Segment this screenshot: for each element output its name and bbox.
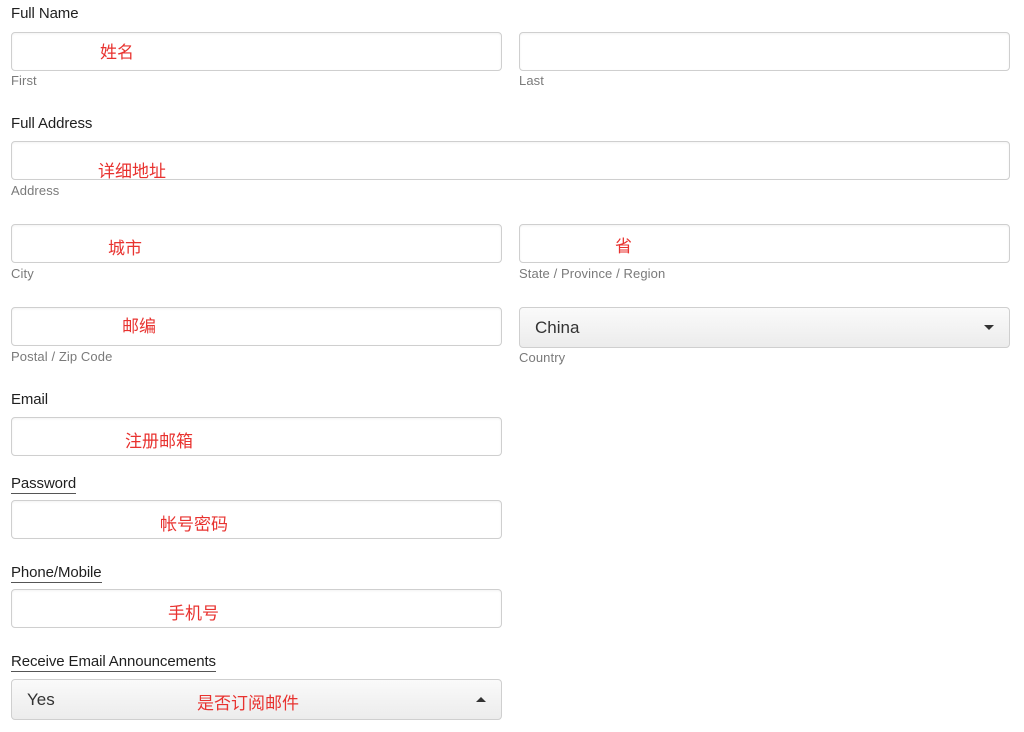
city-sublabel: City [11, 266, 34, 281]
city-input[interactable] [12, 225, 501, 262]
password-label: Password [11, 475, 77, 494]
full-name-label: Full Name [11, 5, 79, 22]
address-sublabel: Address [11, 183, 60, 198]
caret-down-icon [984, 325, 994, 330]
postal-sublabel: Postal / Zip Code [11, 349, 113, 364]
announcements-selected-value: Yes [27, 690, 55, 709]
address-input[interactable] [12, 142, 1009, 179]
last-name-sublabel: Last [519, 73, 544, 88]
full-address-label: Full Address [11, 115, 93, 132]
phone-input[interactable] [12, 590, 501, 627]
first-name-sublabel: First [11, 73, 37, 88]
caret-up-icon [476, 697, 486, 702]
announcements-label: Receive Email Announcements [11, 653, 216, 672]
last-name-input[interactable] [520, 33, 1009, 70]
country-selected-value: China [535, 318, 580, 337]
first-name-field[interactable] [11, 32, 502, 71]
email-label: Email [11, 391, 49, 408]
state-input[interactable] [520, 225, 1009, 262]
postal-input[interactable] [12, 308, 501, 345]
state-sublabel: State / Province / Region [519, 266, 666, 281]
last-name-field[interactable] [519, 32, 1010, 71]
country-sublabel: Country [519, 350, 566, 365]
password-field[interactable] [11, 500, 502, 539]
phone-label: Phone/Mobile [11, 564, 102, 583]
password-input[interactable] [12, 501, 501, 538]
country-select[interactable]: China [519, 307, 1010, 348]
city-field[interactable] [11, 224, 502, 263]
email-input[interactable] [12, 418, 501, 455]
phone-field[interactable] [11, 589, 502, 628]
first-name-input[interactable] [12, 33, 501, 70]
postal-field[interactable] [11, 307, 502, 346]
state-field[interactable] [519, 224, 1010, 263]
address-field[interactable] [11, 141, 1010, 180]
announcements-select[interactable]: Yes [11, 679, 502, 720]
email-field[interactable] [11, 417, 502, 456]
